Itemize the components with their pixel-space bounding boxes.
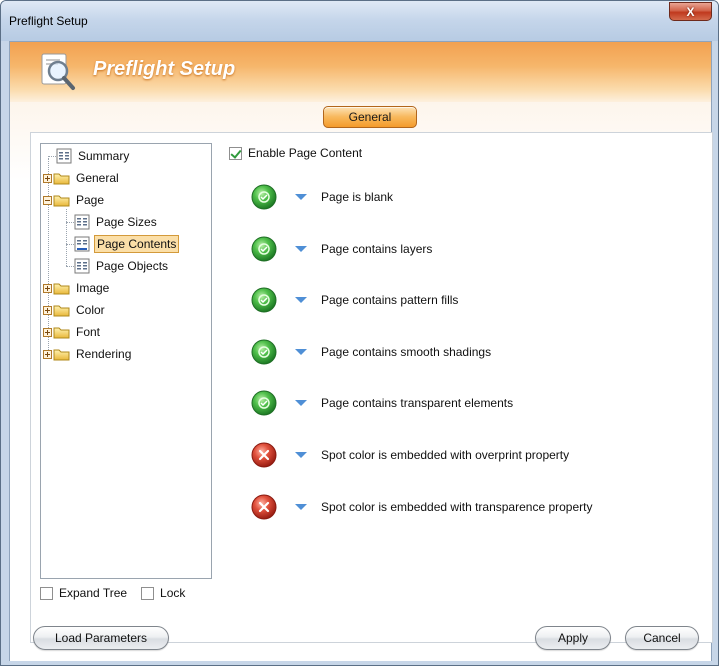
tree-connector [48, 156, 56, 157]
rule-options-chevron-icon[interactable] [295, 504, 307, 510]
tab-general[interactable]: General [323, 106, 417, 128]
rule-options-chevron-icon[interactable] [295, 452, 307, 458]
folder-open-icon [53, 195, 70, 206]
rule-page-contains-pattern-fills[interactable]: Page contains pattern fills [251, 285, 458, 315]
tree-options: Expand Tree Lock [40, 583, 199, 603]
tree-item-page-contents[interactable]: Page Contents [74, 234, 180, 254]
tree-item-color[interactable]: Color [43, 300, 107, 320]
tree-connector [66, 244, 74, 245]
rule-page-is-blank[interactable]: Page is blank [251, 182, 393, 212]
tree-item-label: Rendering [76, 347, 132, 361]
tree-connector [66, 222, 74, 223]
tree-item-label: Page Contents [94, 235, 180, 253]
rule-options-chevron-icon[interactable] [295, 400, 307, 406]
tree-connector [66, 266, 74, 267]
load-parameters-button[interactable]: Load Parameters [33, 626, 169, 650]
report-document-icon [74, 214, 90, 230]
tree-item-rendering[interactable]: Rendering [43, 344, 133, 364]
title-bar[interactable]: Preflight Setup X [1, 1, 718, 41]
tree-item-label: Page Sizes [96, 215, 157, 229]
rule-label: Page contains transparent elements [321, 396, 514, 410]
rule-label: Page is blank [321, 190, 394, 204]
rule-options-chevron-icon[interactable] [295, 349, 307, 355]
folder-icon [53, 327, 70, 338]
rule-label: Spot color is embedded with overprint pr… [321, 448, 570, 462]
preflight-setup-window: Preflight Setup X Preflight Setup Genera… [0, 0, 719, 666]
expand-tree-checkbox[interactable] [40, 586, 53, 600]
tree-item-label: Color [76, 303, 105, 317]
rule-label: Page contains pattern fills [321, 293, 459, 307]
expand-toggle-icon[interactable] [43, 305, 52, 315]
settings-panel: Summary General Page Page Sizes Page Con… [30, 132, 713, 643]
check-failed-icon [251, 442, 277, 468]
enable-page-content-checkbox[interactable] [229, 146, 242, 160]
lock-checkbox[interactable] [141, 586, 155, 600]
rule-page-contains-transparent-elements[interactable]: Page contains transparent elements [251, 388, 513, 418]
rule-label: Page contains smooth shadings [321, 345, 492, 359]
folder-icon [53, 305, 70, 316]
dialog-client-area: Preflight Setup General Summary General … [9, 41, 713, 661]
dialog-body: General Summary General Page Page Sizes … [10, 102, 713, 661]
rule-label: Spot color is embedded with transparence… [321, 500, 593, 514]
folder-icon [53, 173, 70, 184]
rule-options-chevron-icon[interactable] [295, 246, 307, 252]
rule-page-contains-layers[interactable]: Page contains layers [251, 234, 432, 264]
rule-options-chevron-icon[interactable] [295, 194, 307, 200]
tree-item-label: Font [76, 325, 101, 339]
expand-toggle-icon[interactable] [43, 327, 52, 337]
folder-icon [53, 349, 70, 360]
tree-item-label: Summary [78, 149, 130, 163]
check-passed-icon [251, 236, 277, 262]
expand-toggle-icon[interactable] [43, 349, 52, 359]
tree-item-label: Image [76, 281, 110, 295]
tree-item-summary[interactable]: Summary [56, 146, 131, 166]
rule-options-chevron-icon[interactable] [295, 297, 307, 303]
rule-spot-color-overprint[interactable]: Spot color is embedded with overprint pr… [251, 440, 569, 470]
check-passed-icon [251, 390, 277, 416]
expand-tree-label: Expand Tree [59, 586, 128, 600]
expand-tree-option[interactable]: Expand Tree [40, 586, 127, 600]
rule-label: Page contains layers [321, 242, 433, 256]
lock-label: Lock [160, 586, 186, 600]
check-passed-icon [251, 287, 277, 313]
tree-item-label: Page Objects [96, 259, 169, 273]
apply-button[interactable]: Apply [535, 626, 611, 650]
tree-item-image[interactable]: Image [43, 278, 111, 298]
lock-option[interactable]: Lock [141, 586, 185, 600]
tree-item-page-objects[interactable]: Page Objects [74, 256, 170, 276]
enable-page-content-label: Enable Page Content [248, 146, 363, 160]
tree-connector [66, 209, 67, 266]
rule-spot-color-transparence[interactable]: Spot color is embedded with transparence… [251, 492, 592, 522]
folder-icon [53, 283, 70, 294]
close-button[interactable]: X [669, 2, 712, 21]
preflight-magnifier-icon [41, 53, 75, 90]
cancel-button[interactable]: Cancel [625, 626, 699, 650]
tree-item-page[interactable]: Page [43, 190, 106, 210]
banner-title: Preflight Setup [93, 58, 236, 80]
expand-toggle-icon[interactable] [43, 173, 52, 183]
check-passed-icon [251, 339, 277, 365]
collapse-toggle-icon[interactable] [43, 195, 52, 205]
expand-toggle-icon[interactable] [43, 283, 52, 293]
report-document-icon [56, 148, 72, 164]
header-banner: Preflight Setup [10, 42, 711, 102]
tree-item-label: General [76, 171, 119, 185]
report-document-icon [74, 236, 90, 252]
tree-item-font[interactable]: Font [43, 322, 102, 342]
tree-item-general[interactable]: General [43, 168, 121, 188]
close-icon: X [686, 4, 695, 19]
window-title: Preflight Setup [9, 14, 88, 28]
check-passed-icon [251, 184, 277, 210]
tree-item-page-sizes[interactable]: Page Sizes [74, 212, 159, 232]
category-tree[interactable]: Summary General Page Page Sizes Page Con… [40, 143, 212, 579]
check-failed-icon [251, 494, 277, 520]
enable-page-content-option[interactable]: Enable Page Content [229, 143, 362, 163]
rule-page-contains-smooth-shadings[interactable]: Page contains smooth shadings [251, 337, 491, 367]
tree-item-label: Page [76, 193, 105, 207]
report-document-icon [74, 258, 90, 274]
